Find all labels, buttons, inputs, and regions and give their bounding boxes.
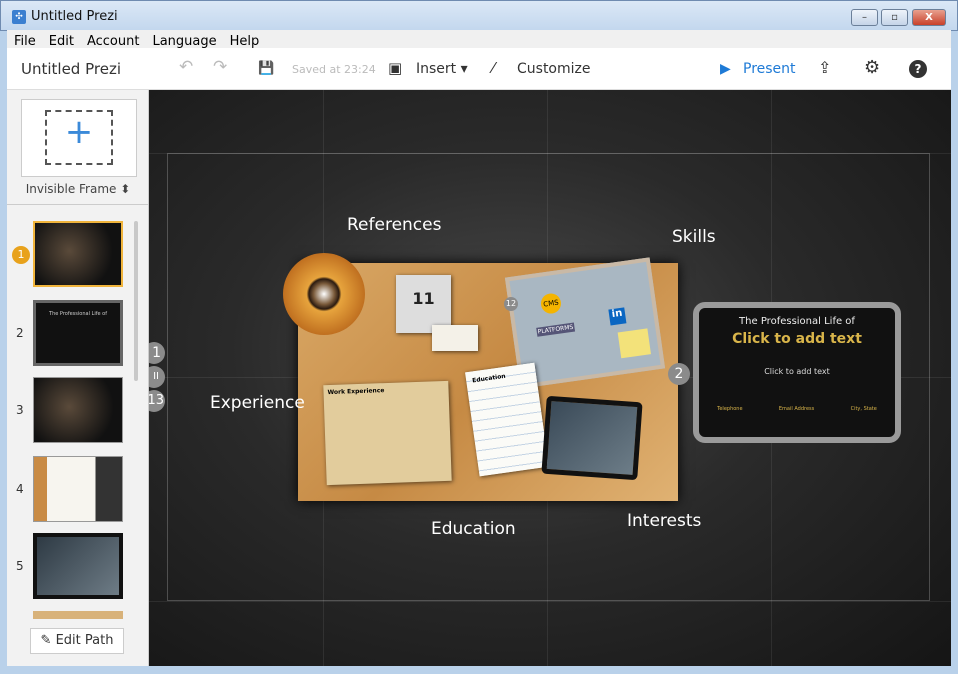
linkedin-icon: in (608, 307, 627, 326)
pencil-icon: ✎ (40, 633, 56, 648)
add-frame-button[interactable]: + (21, 99, 137, 177)
platforms-label: PLATFORMS (536, 322, 575, 337)
prezi-app-icon: ✣ (12, 10, 26, 24)
edit-path-label: Edit Path (55, 633, 114, 648)
menu-bar: File Edit Account Language Help (7, 30, 951, 49)
label-education[interactable]: Education (431, 519, 516, 539)
help-icon[interactable]: ? (909, 60, 927, 78)
frame-type-select[interactable]: Invisible Frame ⬍ (7, 182, 149, 196)
menu-help[interactable]: Help (223, 33, 266, 49)
slide2-subtitle[interactable]: The Professional Life of (699, 316, 895, 327)
brush-icon: ⁄ (492, 59, 495, 77)
scrollbar[interactable] (134, 221, 138, 381)
insert-icon: ▣ (388, 59, 403, 77)
play-icon: ▶ (720, 61, 731, 77)
undo-icon[interactable]: ↶ (179, 57, 193, 77)
divider (7, 204, 149, 205)
note-card (432, 325, 478, 351)
share-icon[interactable]: ⇪ (818, 58, 831, 77)
slide2-city[interactable]: City, State (851, 406, 877, 412)
save-icon[interactable]: 💾 (258, 61, 274, 76)
tablet[interactable] (541, 395, 643, 481)
document-title[interactable]: Untitled Prezi (21, 60, 121, 78)
close-button[interactable]: X (912, 9, 946, 26)
toolbar: Untitled Prezi ↶ ↷ 💾 Saved at 23:24 ▣ In… (7, 48, 951, 90)
slide-number-4: 4 (16, 482, 24, 496)
slide-thumbnail-6[interactable] (33, 611, 123, 619)
lamp-icon (283, 253, 365, 335)
menu-file[interactable]: File (7, 33, 42, 49)
slide2-telephone[interactable]: Telephone (717, 406, 742, 412)
sticky-note (617, 328, 651, 359)
slide-thumbnail-4[interactable] (33, 456, 123, 522)
slide-number-1: 1 (12, 246, 30, 264)
maximize-button[interactable]: ▫ (881, 9, 908, 26)
label-experience[interactable]: Experience (210, 393, 305, 413)
edit-path-button[interactable]: ✎ Edit Path (30, 628, 124, 654)
slide2-body[interactable]: Click to add text (699, 367, 895, 376)
path-point-13[interactable]: 13 (149, 390, 165, 412)
sidebar: + Invisible Frame ⬍ 1 The Professional L… (7, 90, 149, 666)
label-references[interactable]: References (347, 215, 441, 235)
prezi-canvas[interactable]: 11 CMS PLATFORMS in 12 Work Experience E… (149, 90, 951, 666)
menu-language[interactable]: Language (145, 33, 222, 49)
slide-2-frame[interactable]: The Professional Life of Click to add te… (693, 302, 901, 443)
grid-line (149, 601, 951, 602)
settings-icon[interactable]: ⚙ (864, 57, 880, 78)
menu-edit[interactable]: Edit (42, 33, 80, 49)
path-point-12[interactable]: 12 (504, 297, 518, 311)
slide2-email[interactable]: Email Address (779, 406, 814, 412)
path-pause-handle[interactable]: II (149, 366, 165, 388)
slide-number-5: 5 (16, 559, 24, 573)
minimize-button[interactable]: – (851, 9, 878, 26)
menu-account[interactable]: Account (80, 33, 146, 49)
redo-icon[interactable]: ↷ (213, 57, 227, 77)
customize-button[interactable]: Customize (517, 61, 591, 77)
window-title: Untitled Prezi (31, 9, 118, 24)
plus-icon: + (64, 112, 94, 152)
slide-thumbnail-1[interactable] (33, 221, 123, 287)
slide-number-2: 2 (16, 326, 24, 340)
path-point-2[interactable]: 2 (668, 363, 690, 385)
label-interests[interactable]: Interests (627, 511, 701, 531)
slide-thumbnail-2[interactable]: The Professional Life of (33, 300, 123, 366)
slide-thumbnail-3[interactable] (33, 377, 123, 443)
work-experience-folder[interactable]: Work Experience (323, 380, 452, 486)
title-bar: ✣ Untitled Prezi – ▫ X (0, 0, 958, 31)
slide-thumbnail-5[interactable] (33, 533, 123, 599)
slide2-title[interactable]: Click to add text (699, 331, 895, 347)
slide-number-3: 3 (16, 403, 24, 417)
education-paper[interactable]: Education (465, 362, 549, 477)
saved-status: Saved at 23:24 (292, 63, 376, 76)
insert-button[interactable]: Insert ▾ (416, 61, 468, 77)
present-button[interactable]: Present (743, 61, 796, 77)
cms-badge: CMS (539, 292, 563, 315)
label-skills[interactable]: Skills (672, 227, 716, 247)
path-point-1[interactable]: 1 (149, 342, 165, 364)
